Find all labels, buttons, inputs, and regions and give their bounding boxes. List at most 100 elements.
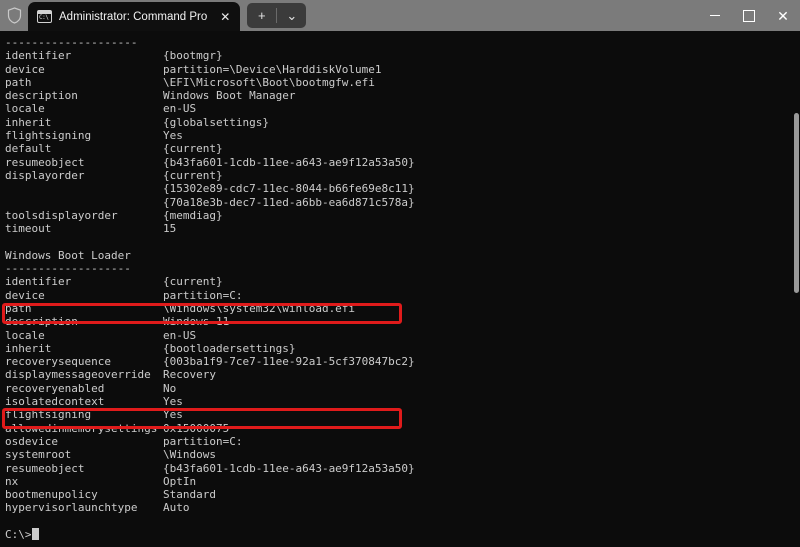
console-row-key: systemroot	[5, 448, 163, 461]
console-row-key: displayorder	[5, 169, 163, 182]
console-row-key: identifier	[5, 49, 163, 62]
console-row-key: device	[5, 63, 163, 76]
console-row: bootmenupolicyStandard	[5, 488, 800, 501]
console-row-value: 0x15000075	[163, 422, 229, 435]
console-row: toolsdisplayorder{memdiag}	[5, 209, 800, 222]
console-row-value: Yes	[163, 129, 183, 142]
minimize-button[interactable]	[698, 0, 732, 31]
console-row: flightsigningYes	[5, 129, 800, 142]
console-row: localeen-US	[5, 329, 800, 342]
text-cursor	[32, 528, 39, 540]
console-row-key: locale	[5, 329, 163, 342]
console-row: default{current}	[5, 142, 800, 155]
console-row: descriptionWindows Boot Manager	[5, 89, 800, 102]
console-row: displayorder{current}	[5, 169, 800, 182]
console-row-key: osdevice	[5, 435, 163, 448]
console-row-value: partition=\Device\HarddiskVolume1	[163, 63, 382, 76]
console-row-value: 15	[163, 222, 176, 235]
console-row-key: recoverysequence	[5, 355, 163, 368]
console-row: inherit{globalsettings}	[5, 116, 800, 129]
console-row-value: \Windows\system32\winload.efi	[163, 302, 355, 315]
new-tab-button[interactable]: +	[247, 3, 276, 28]
console-row-key: allowedinmemorysettings	[5, 422, 163, 435]
chevron-down-icon[interactable]: ⌄	[277, 3, 306, 28]
console-row: hypervisorlaunchtypeAuto	[5, 501, 800, 514]
console-row: resumeobject{b43fa601-1cdb-11ee-a643-ae9…	[5, 156, 800, 169]
console-row-key: path	[5, 302, 163, 315]
console-row: inherit{bootloadersettings}	[5, 342, 800, 355]
console-row: devicepartition=C:	[5, 289, 800, 302]
console-row: identifier{current}	[5, 275, 800, 288]
console-row-key: device	[5, 289, 163, 302]
console-row: isolatedcontextYes	[5, 395, 800, 408]
maximize-button[interactable]	[732, 0, 766, 31]
blank-line	[5, 515, 800, 528]
console-row-value: partition=C:	[163, 435, 242, 448]
console-row: descriptionWindows 11	[5, 315, 800, 328]
console-row-key: inherit	[5, 116, 163, 129]
console-row: systemroot\Windows	[5, 448, 800, 461]
console-row-value: en-US	[163, 329, 196, 342]
console-row-value: {current}	[163, 142, 223, 155]
terminal-viewport[interactable]: --------------------identifier{bootmgr}d…	[0, 31, 800, 547]
scrollbar-track[interactable]	[792, 31, 800, 547]
console-row-value: Auto	[163, 501, 190, 514]
close-icon[interactable]: ✕	[214, 6, 236, 28]
console-row-value: {current}	[163, 275, 223, 288]
console-row-key: recoveryenabled	[5, 382, 163, 395]
console-output: --------------------identifier{bootmgr}d…	[5, 36, 800, 541]
command-prompt-window: C:\ Administrator: Command Pro ✕ + ⌄ ✕ -…	[0, 0, 800, 547]
console-row: displaymessageoverrideRecovery	[5, 368, 800, 381]
console-row-value: {15302e89-cdc7-11ec-8044-b66fe69e8c11}	[163, 182, 415, 195]
console-row-key: default	[5, 142, 163, 155]
console-row: localeen-US	[5, 102, 800, 115]
console-row-value: {globalsettings}	[163, 116, 269, 129]
console-row-value: OptIn	[163, 475, 196, 488]
console-row-key: toolsdisplayorder	[5, 209, 163, 222]
console-row-key: timeout	[5, 222, 163, 235]
console-row-value: Recovery	[163, 368, 216, 381]
console-row: osdevicepartition=C:	[5, 435, 800, 448]
console-row-key: resumeobject	[5, 156, 163, 169]
separator-line: --------------------	[5, 36, 800, 49]
console-row-value: Yes	[163, 395, 183, 408]
console-row: recoverysequence{003ba1f9-7ce7-11ee-92a1…	[5, 355, 800, 368]
console-row-value: {bootloadersettings}	[163, 342, 295, 355]
console-row-value: No	[163, 382, 176, 395]
command-prompt-icon-glyph: C:\	[39, 14, 48, 22]
console-row-key: description	[5, 315, 163, 328]
prompt-line[interactable]: C:\>	[5, 528, 800, 541]
console-row-key: locale	[5, 102, 163, 115]
titlebar-drag-area[interactable]	[306, 0, 698, 31]
tab-tools-group: + ⌄	[247, 3, 306, 28]
console-row-value: Yes	[163, 408, 183, 421]
console-row-key: flightsigning	[5, 408, 163, 421]
console-row: path\EFI\Microsoft\Boot\bootmgfw.efi	[5, 76, 800, 89]
shield-icon	[0, 0, 28, 31]
tab-strip: C:\ Administrator: Command Pro ✕ + ⌄	[28, 0, 306, 31]
console-row-value: Windows 11	[163, 315, 229, 328]
console-row: timeout15	[5, 222, 800, 235]
console-row-value: {bootmgr}	[163, 49, 223, 62]
console-row-key: hypervisorlaunchtype	[5, 501, 163, 514]
console-row: flightsigningYes	[5, 408, 800, 421]
scrollbar-thumb[interactable]	[794, 113, 799, 293]
tab-command-prompt[interactable]: C:\ Administrator: Command Pro ✕	[28, 2, 240, 31]
close-button[interactable]: ✕	[766, 0, 800, 31]
console-row: recoveryenabledNo	[5, 382, 800, 395]
console-row-value: partition=C:	[163, 289, 242, 302]
console-row-value: en-US	[163, 102, 196, 115]
tab-title: Administrator: Command Pro	[59, 11, 207, 23]
console-row-key: bootmenupolicy	[5, 488, 163, 501]
console-row-key: resumeobject	[5, 462, 163, 475]
console-row-key: isolatedcontext	[5, 395, 163, 408]
console-row: resumeobject{b43fa601-1cdb-11ee-a643-ae9…	[5, 462, 800, 475]
title-bar[interactable]: C:\ Administrator: Command Pro ✕ + ⌄ ✕	[0, 0, 800, 31]
console-row-value: {b43fa601-1cdb-11ee-a643-ae9f12a53a50}	[163, 156, 415, 169]
console-row-value: Windows Boot Manager	[163, 89, 295, 102]
console-row-value: {current}	[163, 169, 223, 182]
section-heading: Windows Boot Loader	[5, 249, 800, 262]
console-row-key: description	[5, 89, 163, 102]
console-row-key: identifier	[5, 275, 163, 288]
console-row-value: {003ba1f9-7ce7-11ee-92a1-5cf370847bc2}	[163, 355, 415, 368]
